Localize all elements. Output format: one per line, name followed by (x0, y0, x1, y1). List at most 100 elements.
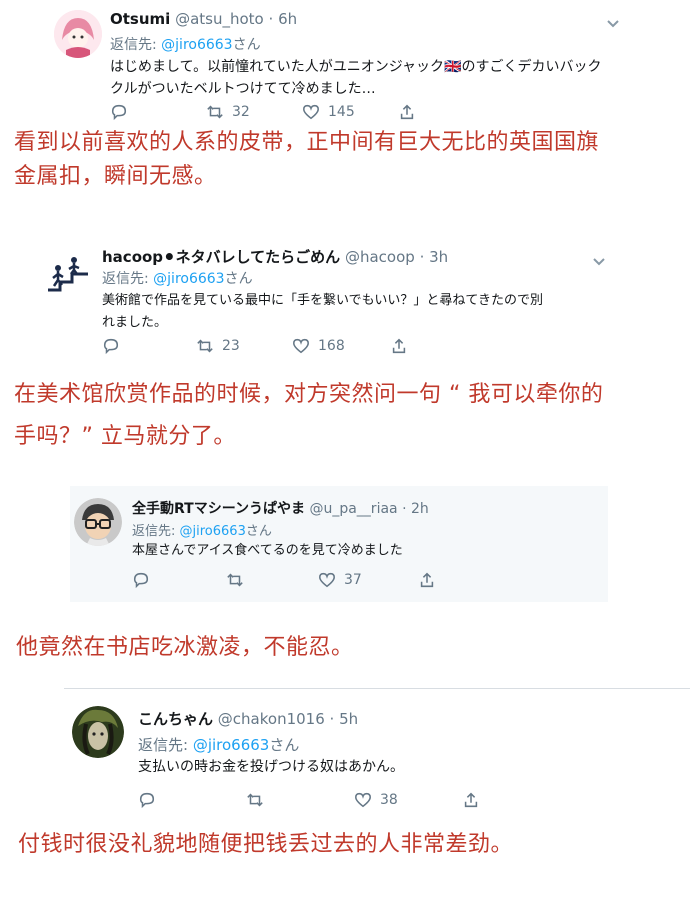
reply-button[interactable] (110, 102, 128, 122)
share-button[interactable] (390, 336, 408, 356)
timestamp[interactable]: 2h (411, 501, 429, 517)
retweet-button[interactable]: 23 (196, 336, 240, 356)
tweet-text-line: 美術館で作品を見ている最中に「手を繋いでもいい？」と尋ねてきたので別 (102, 293, 543, 308)
reply-suffix: さん (245, 524, 272, 539)
reply-icon (133, 572, 149, 589)
reply-suffix: さん (224, 271, 253, 287)
share-button[interactable] (462, 790, 480, 810)
mention-link[interactable]: @jiro6663 (153, 271, 224, 287)
mention-link[interactable]: @jiro6663 (193, 736, 270, 754)
like-count: 37 (344, 572, 362, 588)
reply-button[interactable] (132, 570, 150, 590)
like-button[interactable]: 37 (318, 570, 362, 590)
tweet-text: はじめまして。以前憧れていた人がユニオンジャック🇬🇧のすごくデカいバック クルが… (110, 56, 650, 100)
share-icon (420, 572, 434, 588)
chevron-down-icon[interactable] (592, 252, 606, 266)
share-icon (464, 792, 478, 808)
handle[interactable]: @u_pa__riaa (309, 501, 397, 517)
heart-icon (319, 572, 335, 588)
reply-button[interactable] (102, 336, 120, 356)
caption-line: 手吗？” 立马就分了。 (14, 424, 236, 449)
share-icon (392, 338, 406, 354)
tweet-text-line: はじめまして。以前憧れていた人がユニオンジャック (110, 59, 445, 75)
caption-line: 金属扣，瞬间无感。 (14, 164, 217, 189)
like-count: 145 (328, 104, 355, 120)
reply-icon (103, 338, 119, 355)
reply-to-line: 返信先: @jiro6663さん (110, 34, 261, 54)
retweet-button[interactable] (246, 790, 264, 810)
reply-suffix: さん (232, 37, 261, 53)
display-name-text: hacoop (102, 248, 164, 266)
reply-to-line: 返信先: @jiro6663さん (102, 268, 253, 288)
timestamp[interactable]: 6h (278, 10, 297, 28)
divider (64, 688, 690, 689)
retweet-icon (247, 793, 263, 807)
like-button[interactable]: 38 (354, 790, 398, 810)
share-icon (400, 104, 414, 120)
share-button[interactable] (418, 570, 436, 590)
tweet-text-line: 支払いの時お金を投げつける奴はあかん。 (138, 759, 404, 775)
tweet-1[interactable]: Otsumi @atsu_hoto · 6h 返信先: @jiro6663さん … (40, 0, 660, 124)
action-bar: 38 (138, 790, 558, 810)
tweet-text: 美術館で作品を見ている最中に「手を繋いでもいい？」と尋ねてきたので別 れました。 (102, 290, 622, 334)
display-name[interactable]: 全手動RTマシーンうぱやま (132, 501, 305, 517)
reply-icon (139, 792, 155, 809)
tweet-header: Otsumi @atsu_hoto · 6h (110, 10, 297, 28)
reply-prefix: 返信先: (138, 736, 193, 754)
display-name-suffix: ネタバレしてたらごめん (175, 248, 341, 266)
tweet-header: hacoop⚫ネタバレしてたらごめん @hacoop · 3h (102, 246, 448, 267)
retweet-icon (197, 339, 213, 353)
action-bar: 23 168 (102, 336, 502, 356)
reply-prefix: 返信先: (110, 37, 162, 53)
separator-dot: · (329, 710, 335, 728)
handle[interactable]: @hacoop (345, 248, 415, 266)
avatar-otsumi[interactable] (54, 10, 102, 58)
tweet-2[interactable]: hacoop⚫ネタバレしてたらごめん @hacoop · 3h 返信先: @ji… (32, 236, 622, 358)
mention-link[interactable]: @jiro6663 (180, 524, 246, 539)
chevron-down-icon[interactable] (606, 14, 620, 28)
display-name[interactable]: Otsumi (110, 10, 170, 28)
retweet-icon (207, 105, 223, 119)
tweet-text-line: 本屋さんでアイス食べてるのを見て冷めました (132, 543, 403, 558)
action-bar: 32 145 (110, 102, 510, 122)
handle[interactable]: @chakon1016 (218, 710, 325, 728)
display-name[interactable]: hacoop⚫ネタバレしてたらごめん (102, 248, 340, 266)
tweet-3[interactable]: 全手動RTマシーンうぱやま @u_pa__riaa · 2h 返信先: @jir… (70, 486, 608, 602)
heart-icon (303, 104, 319, 120)
tweet-text-line: のすごくデカいバック (461, 59, 602, 75)
tweet-text-line: クルがついたベルトつけてて冷めました… (110, 81, 376, 97)
timestamp[interactable]: 5h (339, 710, 358, 728)
like-count: 38 (380, 792, 398, 808)
caption-2: 在美术馆欣赏作品的时候，对方突然问一句 “ 我可以牵你的 手吗？” 立马就分了。 (14, 378, 684, 454)
reply-suffix: さん (269, 736, 300, 754)
mention-link[interactable]: @jiro6663 (161, 37, 232, 53)
share-button[interactable] (398, 102, 416, 122)
reply-to-line: 返信先: @jiro6663さん (138, 734, 299, 755)
separator-dot: · (419, 248, 425, 266)
retweet-button[interactable] (226, 570, 244, 590)
like-count: 168 (318, 338, 345, 354)
tweet-text-line: れました。 (102, 315, 168, 330)
like-button[interactable]: 145 (302, 102, 355, 122)
retweet-button[interactable]: 32 (206, 102, 250, 122)
reply-icon (111, 104, 127, 121)
avatar-chakon[interactable] (72, 706, 124, 758)
caption-line: 付钱时很没礼貌地随便把钱丢过去的人非常差劲。 (18, 832, 514, 857)
handle[interactable]: @atsu_hoto (175, 10, 264, 28)
action-bar: 37 (132, 570, 512, 590)
tweet-header: こんちゃん @chakon1016 · 5h (138, 708, 358, 729)
caption-4: 付钱时很没礼貌地随便把钱丢过去的人非常差劲。 (18, 828, 688, 862)
display-name[interactable]: こんちゃん (138, 710, 213, 728)
tweet-4[interactable]: こんちゃん @chakon1016 · 5h 返信先: @jiro6663さん … (64, 690, 690, 814)
timestamp[interactable]: 3h (429, 248, 448, 266)
uk-flag-icon: 🇬🇧 (444, 59, 462, 75)
caption-line: 看到以前喜欢的人系的皮带，正中间有巨大无比的英国国旗 (14, 130, 600, 155)
reply-button[interactable] (138, 790, 156, 810)
reply-prefix: 返信先: (102, 271, 154, 287)
avatar-upayama[interactable] (74, 498, 122, 546)
avatar-hacoop[interactable] (44, 250, 92, 298)
heart-icon (355, 792, 371, 808)
caption-1: 看到以前喜欢的人系的皮带，正中间有巨大无比的英国国旗 金属扣，瞬间无感。 (14, 126, 684, 194)
tweet-text: 本屋さんでアイス食べてるのを見て冷めました (132, 540, 592, 562)
like-button[interactable]: 168 (292, 336, 345, 356)
